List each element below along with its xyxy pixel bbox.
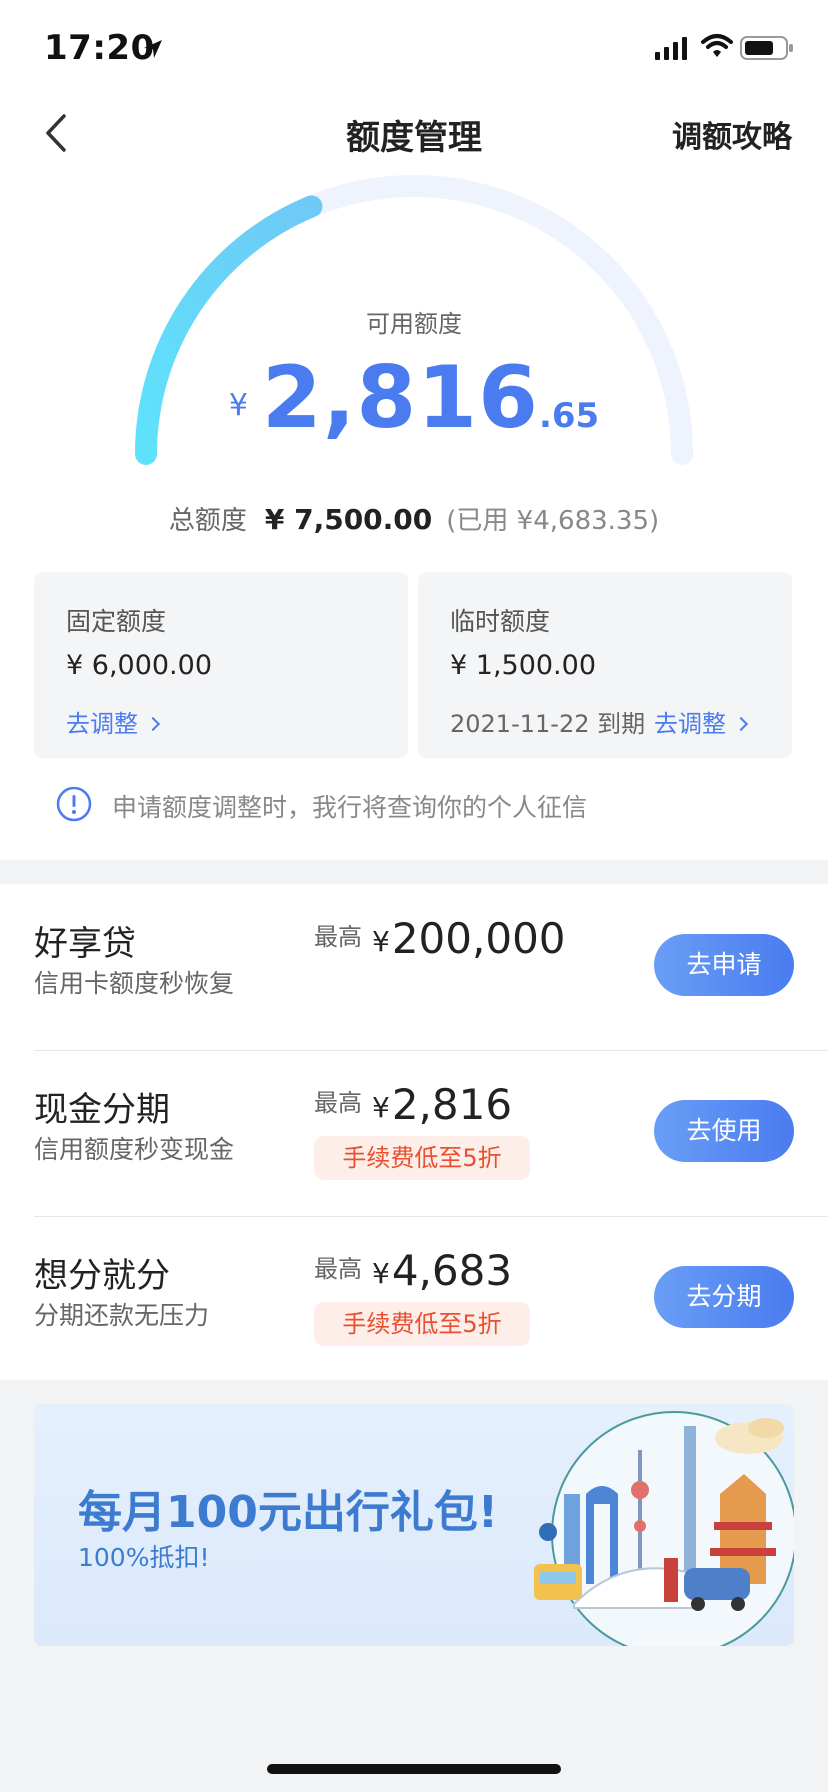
temporary-credit-title: 临时额度	[450, 607, 551, 636]
cellular-signal-icon	[655, 37, 687, 60]
info-icon	[56, 786, 92, 822]
banner-title: 每月100元出行礼包!	[78, 1487, 498, 1538]
used-credit-value: (已用 ¥4,683.35)	[446, 506, 660, 536]
product-list: 好享贷 信用卡额度秒恢复 最高 ¥200,000 去申请 现金分期 信用额度秒变现…	[0, 884, 828, 1380]
list-item: 现金分期 信用额度秒变现金 最高 ¥2,816 手续费低至5折 去使用	[0, 1050, 828, 1216]
total-credit-value: ¥ 7,500.00	[264, 503, 433, 536]
status-bar: 17:20	[0, 0, 828, 100]
adjust-fixed-label: 去调整	[66, 710, 138, 738]
wifi-icon	[701, 34, 733, 57]
list-item: 好享贷 信用卡额度秒恢复 最高 ¥200,000 去申请	[0, 884, 828, 1050]
yen-symbol: ¥	[372, 1091, 390, 1124]
yen-symbol: ¥	[372, 925, 390, 958]
total-credit-label: 总额度	[168, 506, 247, 536]
location-arrow-icon	[144, 40, 162, 58]
adjust-temporary-label: 去调整	[654, 710, 726, 738]
max-label: 最高	[314, 1089, 362, 1117]
temporary-credit-expiry: 2021-11-22 到期	[450, 710, 646, 738]
product-max-amount: 最高 ¥200,000	[314, 914, 566, 963]
fee-discount-badge: 手续费低至5折	[314, 1302, 530, 1346]
use-button[interactable]: 去使用	[654, 1100, 794, 1162]
total-credit-row: 总额度 ¥ 7,500.00 (已用 ¥4,683.35)	[0, 500, 828, 537]
list-item: 想分就分 分期还款无压力 最高 ¥4,683 手续费低至5折 去分期	[0, 1216, 828, 1382]
currency-symbol: ¥	[228, 388, 248, 423]
fixed-credit-amount: ¥ 6,000.00	[66, 650, 212, 681]
product-name: 想分就分	[34, 1256, 170, 1296]
product-max-amount: 最高 ¥2,816	[314, 1080, 512, 1129]
status-time: 17:20	[44, 28, 155, 68]
battery-icon	[740, 36, 793, 60]
max-value: 200,000	[391, 914, 566, 963]
limit-strategy-link[interactable]: 调额攻略	[672, 112, 792, 156]
installment-button[interactable]: 去分期	[654, 1266, 794, 1328]
adjust-temporary-link[interactable]: 去调整	[654, 704, 749, 739]
yen-symbol: ¥	[372, 1257, 390, 1290]
max-value: 4,683	[391, 1246, 513, 1295]
available-credit-amount: ¥2,816.65	[0, 348, 828, 448]
max-label: 最高	[314, 1255, 362, 1283]
adjust-fixed-link[interactable]: 去调整	[66, 704, 161, 739]
product-subtitle: 分期还款无压力	[34, 1301, 210, 1330]
available-decimal: .65	[538, 396, 600, 436]
product-name: 好享贷	[34, 924, 136, 964]
chevron-right-icon	[145, 716, 161, 732]
fixed-credit-card: 固定额度 ¥ 6,000.00 去调整	[34, 572, 408, 758]
max-label: 最高	[314, 923, 362, 951]
product-subtitle: 信用卡额度秒恢复	[34, 969, 235, 998]
travel-promo-banner[interactable]: 每月100元出行礼包! 100%抵扣!	[34, 1404, 794, 1646]
apply-button[interactable]: 去申请	[654, 934, 794, 996]
product-name: 现金分期	[34, 1090, 170, 1130]
available-credit-label: 可用额度	[366, 310, 462, 338]
notice-text: 申请额度调整时，我行将查询你的个人征信	[112, 793, 588, 822]
city-travel-illustration	[534, 1411, 794, 1646]
max-value: 2,816	[391, 1080, 513, 1129]
product-max-amount: 最高 ¥4,683	[314, 1246, 512, 1295]
product-subtitle: 信用额度秒变现金	[34, 1135, 235, 1164]
temporary-credit-card: 临时额度 ¥ 1,500.00 2021-11-22 到期 去调整	[418, 572, 792, 758]
fixed-credit-title: 固定额度	[66, 607, 167, 636]
banner-subtitle: 100%抵扣!	[78, 1543, 210, 1572]
chevron-right-icon	[733, 716, 749, 732]
home-indicator	[267, 1764, 561, 1774]
temporary-credit-amount: ¥ 1,500.00	[450, 650, 596, 681]
available-integer: 2,816	[261, 348, 539, 448]
fee-discount-badge: 手续费低至5折	[314, 1136, 530, 1180]
